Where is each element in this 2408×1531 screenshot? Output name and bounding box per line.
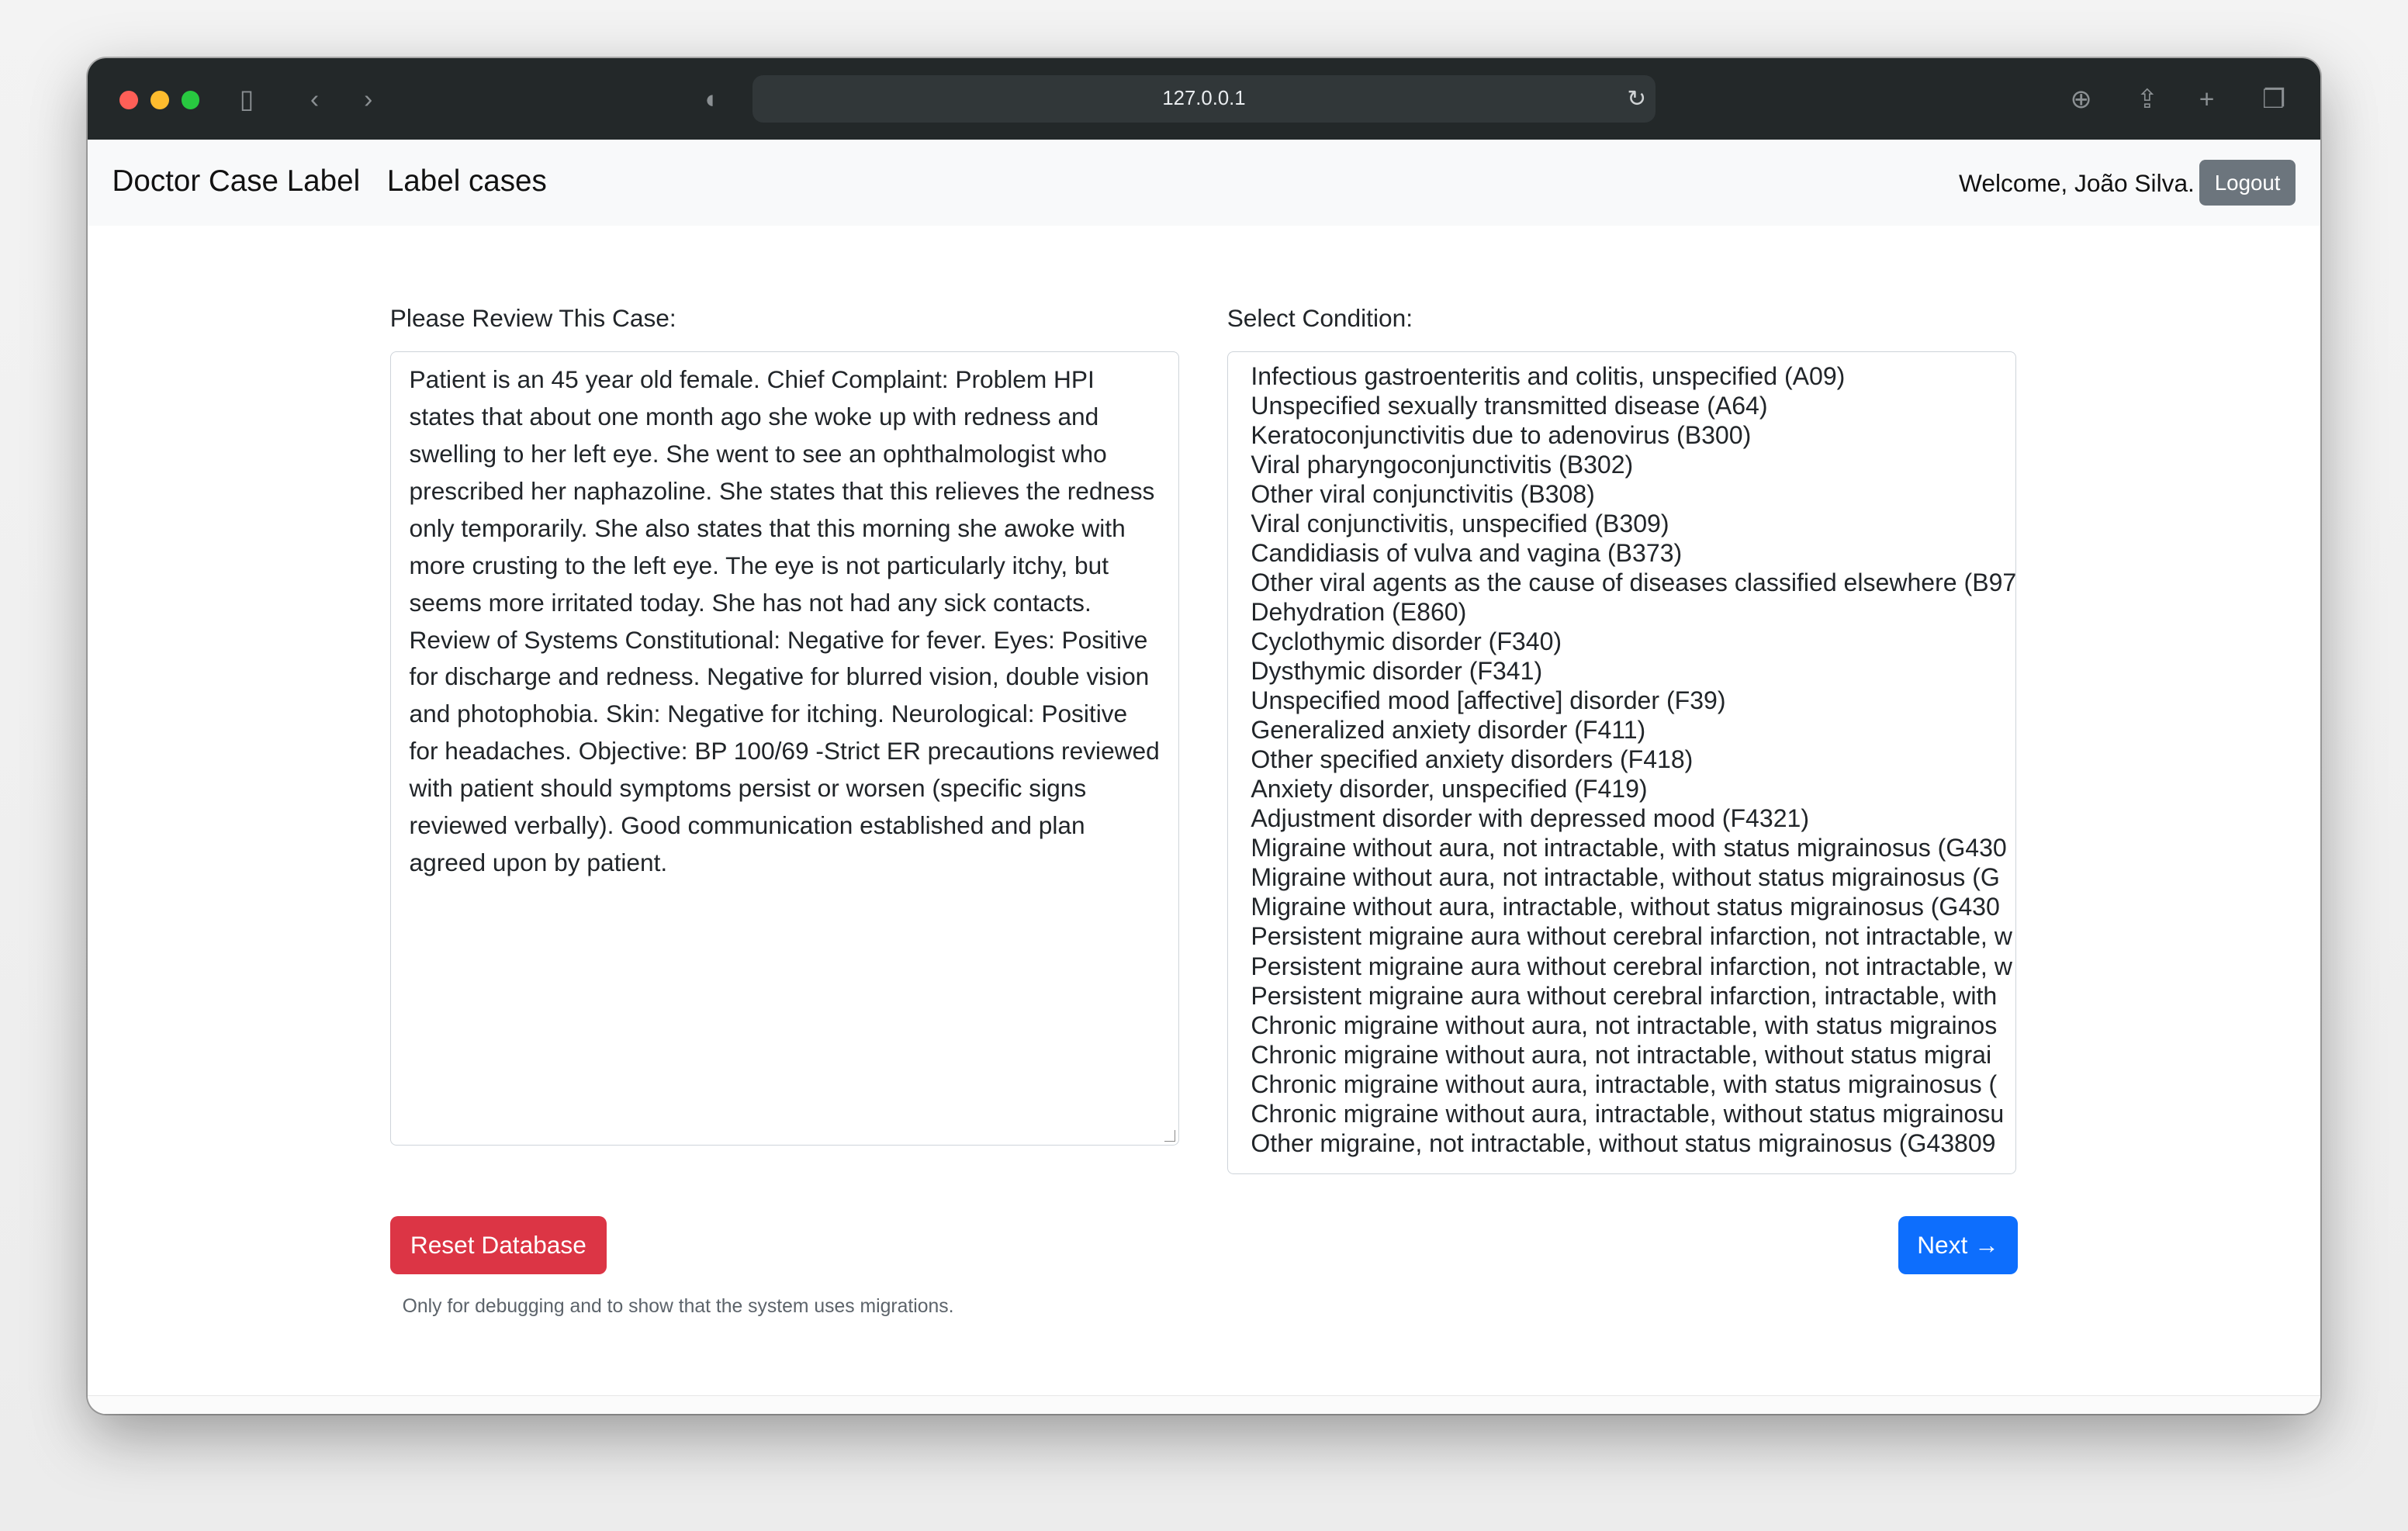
url-text: 127.0.0.1 xyxy=(1162,87,1246,109)
condition-option[interactable]: Anxiety disorder, unspecified (F419) xyxy=(1228,774,2016,804)
back-icon[interactable]: ‹ xyxy=(310,85,319,116)
navbar: Doctor Case Label Label cases Welcome, J… xyxy=(87,140,2321,226)
condition-option[interactable]: Other migraine, not intractable, without… xyxy=(1228,1128,2016,1158)
reset-database-button[interactable]: Reset Database xyxy=(389,1215,607,1275)
condition-option[interactable]: Unspecified mood [affective] disorder (F… xyxy=(1228,686,2016,715)
tabs-overview-icon[interactable]: ❐ xyxy=(2262,85,2285,116)
condition-option[interactable]: Unspecified sexually transmitted disease… xyxy=(1228,391,2016,420)
condition-option[interactable]: Chronic migraine without aura, intractab… xyxy=(1228,1070,2016,1099)
condition-option[interactable]: Infectious gastroenteritis and colitis, … xyxy=(1228,361,2016,391)
condition-option[interactable]: Viral conjunctivitis, unspecified (B309) xyxy=(1228,509,2016,538)
condition-option[interactable]: Migraine without aura, intractable, with… xyxy=(1228,892,2016,921)
logout-button[interactable]: Logout xyxy=(2199,159,2296,206)
nav-label-cases[interactable]: Label cases xyxy=(387,164,547,199)
browser-toolbar: ▯ ‹ › ◖ 127.0.0.1 ↻ ⊕ ⇪ + ❐ xyxy=(87,58,2321,140)
sidebar-icon[interactable]: ▯ xyxy=(240,85,254,116)
condition-option[interactable]: Other viral agents as the cause of disea… xyxy=(1228,568,2015,597)
download-icon[interactable]: ⊕ xyxy=(2070,85,2091,116)
brand-link[interactable]: Doctor Case Label xyxy=(112,164,361,199)
condition-option[interactable]: Generalized anxiety disorder (F411) xyxy=(1228,715,2016,745)
footer xyxy=(87,1395,2321,1415)
case-label: Please Review This Case: xyxy=(389,303,676,332)
forward-icon[interactable]: › xyxy=(364,85,372,116)
condition-option[interactable]: Chronic migraine without aura, not intra… xyxy=(1228,1040,2016,1070)
condition-option[interactable]: Dehydration (E860) xyxy=(1228,597,2016,627)
help-text: Only for debugging and to show that the … xyxy=(402,1295,954,1317)
condition-option[interactable]: Other viral conjunctivitis (B308) xyxy=(1228,479,2016,509)
condition-option[interactable]: Keratoconjunctivitis due to adenovirus (… xyxy=(1228,420,2016,450)
condition-option[interactable]: Adjustment disorder with depressed mood … xyxy=(1228,804,2016,833)
case-textarea[interactable]: Patient is an 45 year old female. Chief … xyxy=(389,351,1180,1146)
condition-option[interactable]: Persistent migraine aura without cerebra… xyxy=(1228,952,2016,981)
condition-option[interactable]: Candidiasis of vulva and vagina (B373) xyxy=(1228,538,2016,568)
shield-icon[interactable]: ◖ xyxy=(702,85,718,116)
close-window-button[interactable] xyxy=(119,90,139,109)
case-text: Patient is an 45 year old female. Chief … xyxy=(409,365,1160,876)
welcome-text: Welcome, João Silva. xyxy=(1959,168,2195,197)
condition-option[interactable]: Migraine without aura, not intractable, … xyxy=(1228,833,2016,862)
condition-option[interactable]: Persistent migraine aura without cerebra… xyxy=(1228,921,2016,951)
condition-option[interactable]: Chronic migraine without aura, intractab… xyxy=(1228,1099,2016,1128)
zoom-window-button[interactable] xyxy=(181,90,200,109)
condition-option[interactable]: Persistent migraine aura without cerebra… xyxy=(1228,981,2016,1011)
reload-icon[interactable]: ↻ xyxy=(1627,75,1646,123)
condition-option[interactable]: Chronic migraine without aura, not intra… xyxy=(1228,1011,2016,1040)
browser-window: ▯ ‹ › ◖ 127.0.0.1 ↻ ⊕ ⇪ + ❐ Doctor Case L… xyxy=(87,58,2321,1415)
minimize-window-button[interactable] xyxy=(150,90,169,109)
desktop: ▯ ‹ › ◖ 127.0.0.1 ↻ ⊕ ⇪ + ❐ Doctor Case L… xyxy=(0,0,2408,1531)
condition-option[interactable]: Migraine without aura, not intractable, … xyxy=(1228,862,2016,892)
condition-select[interactable]: Infectious gastroenteritis and colitis, … xyxy=(1226,351,2017,1175)
new-tab-icon[interactable]: + xyxy=(2199,85,2215,116)
condition-label: Select Condition: xyxy=(1226,303,1413,332)
condition-option[interactable]: Cyclothymic disorder (F340) xyxy=(1228,627,2016,656)
condition-option[interactable]: Other specified anxiety disorders (F418) xyxy=(1228,745,2016,774)
address-bar[interactable]: 127.0.0.1 ↻ xyxy=(752,74,1656,123)
condition-option[interactable]: Viral pharyngoconjunctivitis (B302) xyxy=(1228,450,2016,479)
share-icon[interactable]: ⇪ xyxy=(2136,85,2158,116)
next-button[interactable]: Next → xyxy=(1898,1215,2019,1275)
condition-option[interactable]: Dysthymic disorder (F341) xyxy=(1228,656,2016,686)
resize-handle[interactable] xyxy=(1164,1129,1176,1142)
